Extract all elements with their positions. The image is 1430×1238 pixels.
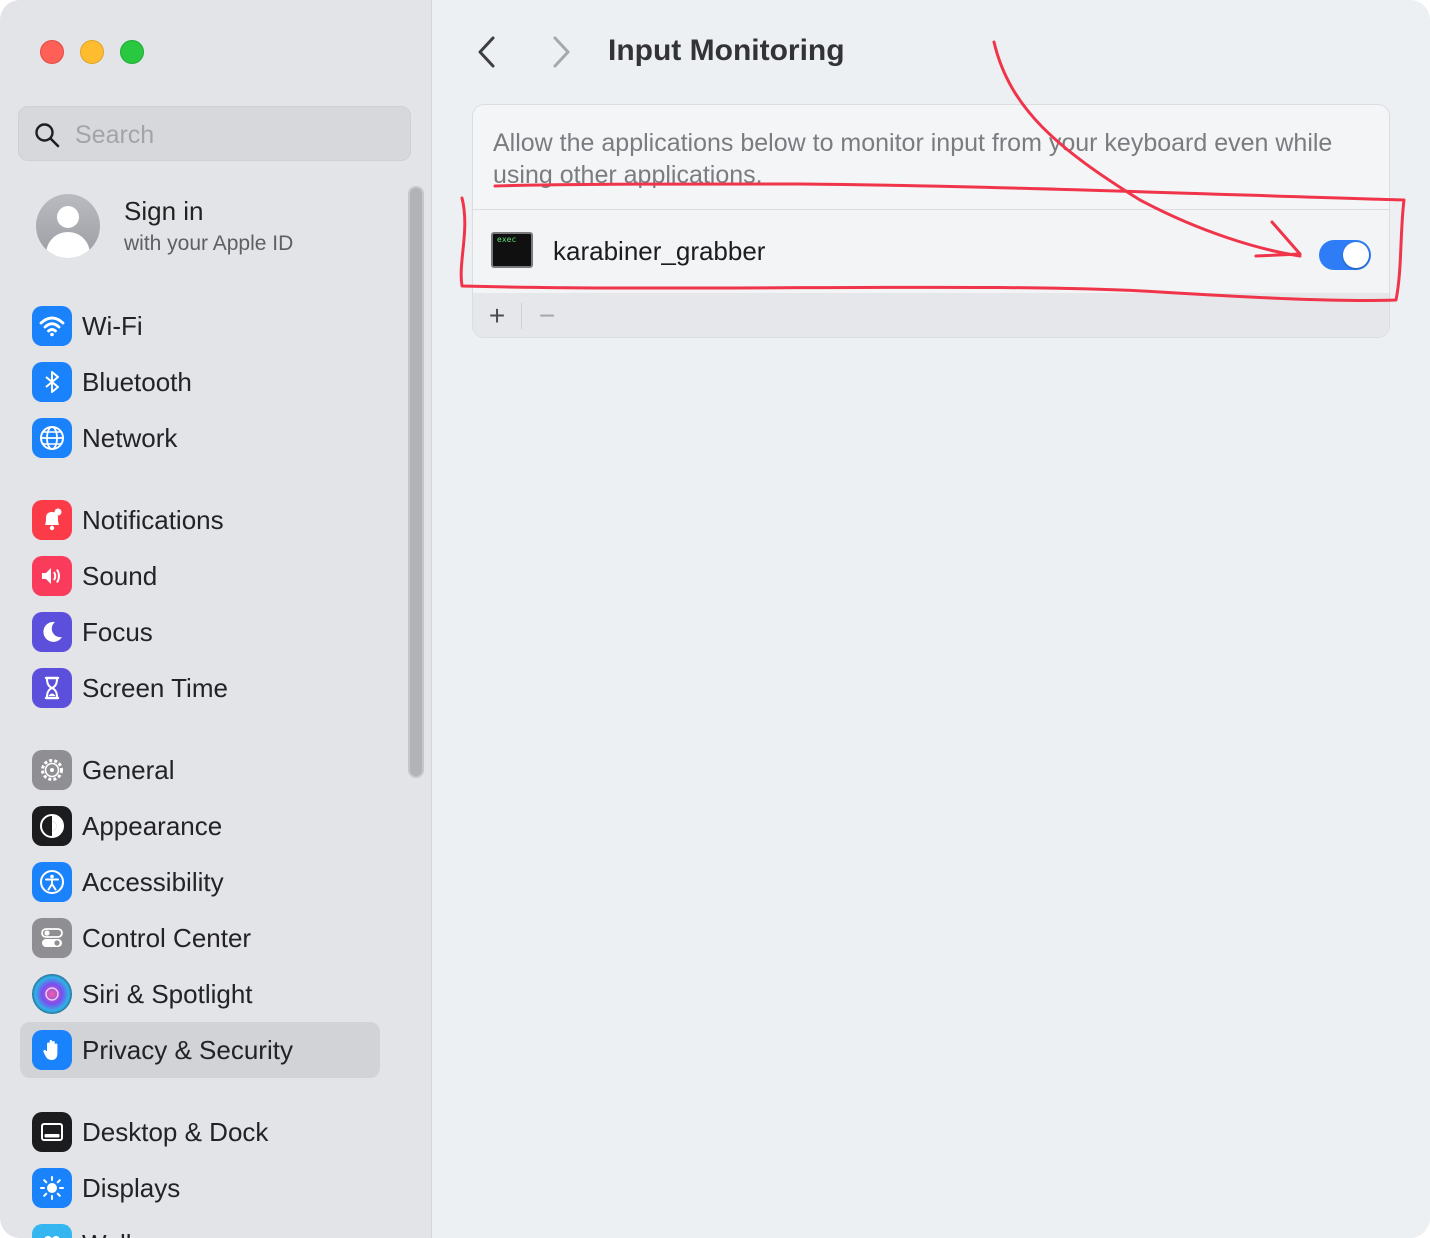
sidebar-item-label: Privacy & Security — [82, 1035, 293, 1065]
sidebar-item-label: Wi-Fi — [82, 311, 143, 341]
footer-divider — [521, 303, 522, 329]
remove-app-button[interactable]: − — [529, 299, 565, 333]
sidebar-scrollbar[interactable] — [408, 186, 424, 778]
sign-in-subtitle: with your Apple ID — [124, 232, 294, 255]
sign-in-title: Sign in — [124, 196, 204, 226]
bluetooth-icon — [32, 362, 72, 402]
page-title: Input Monitoring — [608, 34, 845, 67]
back-button[interactable] — [468, 32, 508, 72]
sidebar-item-label: Notifications — [82, 505, 224, 535]
sidebar-item-focus[interactable]: Focus — [20, 604, 380, 660]
wallpaper-icon — [32, 1224, 72, 1238]
panel-description: Allow the applications below to monitor … — [493, 129, 1333, 189]
forward-button[interactable] — [540, 32, 580, 72]
sidebar-item-label: Screen Time — [82, 673, 228, 703]
appearance-icon — [32, 806, 72, 846]
sidebar-item-wallpaper[interactable]: Wallpaper — [20, 1216, 380, 1238]
panel-footer: + − — [473, 293, 1389, 337]
sidebar-item-label: Focus — [82, 617, 153, 647]
sidebar-item-displays[interactable]: Displays — [20, 1160, 380, 1216]
globe-icon — [32, 418, 72, 458]
exec-icon-text: exec — [497, 235, 517, 244]
gear-icon — [32, 750, 72, 790]
dock-icon — [32, 1112, 72, 1152]
close-window-button[interactable] — [40, 40, 64, 64]
app-name: karabiner_grabber — [553, 236, 766, 266]
sidebar-item-sound[interactable]: Sound — [20, 548, 380, 604]
scrollbar-thumb[interactable] — [410, 188, 422, 776]
zoom-window-button[interactable] — [120, 40, 144, 64]
sidebar-item-wifi[interactable]: Wi-Fi — [20, 298, 380, 354]
search-icon — [35, 123, 60, 148]
sidebar-item-label: Displays — [82, 1173, 181, 1203]
sidebar-item-desktop-dock[interactable]: Desktop & Dock — [20, 1104, 380, 1160]
exec-icon: exec — [491, 232, 533, 268]
search-field[interactable] — [18, 106, 411, 161]
avatar — [36, 194, 100, 258]
sun-icon — [32, 1168, 72, 1208]
main-content: Input Monitoring Allow the applications … — [432, 0, 1430, 1238]
sidebar-item-label: Accessibility — [82, 867, 224, 897]
speaker-icon — [32, 556, 72, 596]
hourglass-icon — [32, 668, 72, 708]
sidebar-item-screen-time[interactable]: Screen Time — [20, 660, 380, 716]
system-settings-window: Sign in with your Apple ID Wi-Fi Bluetoo… — [0, 0, 1430, 1238]
sidebar-item-bluetooth[interactable]: Bluetooth — [20, 354, 380, 410]
sidebar-item-label: Control Center — [82, 923, 252, 953]
siri-icon — [32, 974, 72, 1014]
sidebar-item-appearance[interactable]: Appearance — [20, 798, 380, 854]
sidebar-item-control-center[interactable]: Control Center — [20, 910, 380, 966]
sidebar-item-label: Appearance — [82, 811, 223, 841]
input-monitoring-panel: Allow the applications below to monitor … — [472, 104, 1390, 338]
wifi-icon — [32, 306, 72, 346]
sidebar-item-notifications[interactable]: Notifications — [20, 492, 380, 548]
sidebar: Sign in with your Apple ID Wi-Fi Bluetoo… — [0, 0, 432, 1238]
app-permission-toggle[interactable] — [1319, 240, 1371, 270]
sidebar-item-label: Network — [82, 423, 178, 453]
sidebar-item-label: Sound — [82, 561, 158, 591]
bell-icon — [32, 500, 72, 540]
toggle-knob — [1343, 242, 1369, 268]
sidebar-item-label: General — [82, 755, 175, 785]
toggles-icon — [32, 918, 72, 958]
sidebar-item-general[interactable]: General — [20, 742, 380, 798]
hand-icon — [32, 1030, 72, 1070]
accessibility-icon — [32, 862, 72, 902]
sidebar-item-label: Wallpaper — [82, 1229, 198, 1238]
minimize-window-button[interactable] — [80, 40, 104, 64]
sidebar-item-label: Siri & Spotlight — [82, 979, 253, 1009]
sidebar-item-siri-spotlight[interactable]: Siri & Spotlight — [20, 966, 380, 1022]
search-input[interactable] — [73, 117, 397, 153]
sidebar-item-privacy-security[interactable]: Privacy & Security — [20, 1022, 380, 1078]
sidebar-item-label: Desktop & Dock — [82, 1117, 269, 1147]
sidebar-item-accessibility[interactable]: Accessibility — [20, 854, 380, 910]
sidebar-item-label: Bluetooth — [82, 367, 192, 397]
add-app-button[interactable]: + — [479, 299, 515, 333]
moon-icon — [32, 612, 72, 652]
apple-id-sign-in[interactable]: Sign in with your Apple ID — [36, 194, 396, 262]
app-row[interactable]: exec karabiner_grabber — [473, 209, 1389, 295]
sidebar-item-network[interactable]: Network — [20, 410, 380, 466]
